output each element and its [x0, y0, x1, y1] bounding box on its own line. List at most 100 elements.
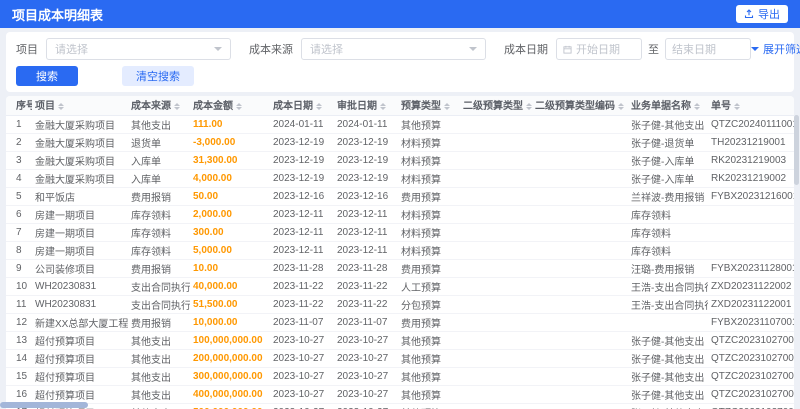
column-header[interactable]: 预算类型 [398, 96, 460, 116]
project-select[interactable]: 请选择 [46, 38, 231, 60]
vertical-scrollbar-thumb[interactable] [794, 115, 799, 185]
search-button[interactable]: 搜索 [16, 66, 78, 86]
table-cell: 2023-12-11 [270, 241, 334, 260]
table-cell: QTZC20231027005 [708, 385, 794, 404]
sort-icon[interactable] [444, 100, 450, 113]
cost-detail-table-card: 序号 项目 成本来源 成本金额 成本日期 审批日期 预算类型 二级预算类型 二级预算类型编码 业务… [6, 96, 794, 409]
column-label: 审批日期 [337, 101, 377, 113]
table-cell: 2024-01-11 [270, 115, 334, 134]
clear-search-button[interactable]: 清空搜索 [122, 66, 194, 86]
sort-icon[interactable] [734, 100, 740, 113]
table-cell: 王浩-支出合同执行 [628, 295, 708, 314]
export-button[interactable]: 导出 [736, 5, 788, 23]
table-row: 13 超付预算项目 其他支出 100,000,000.00 2023-10-27 2023… [6, 331, 794, 350]
column-header[interactable]: 二级预算类型 [460, 96, 532, 116]
sort-icon[interactable] [618, 100, 624, 113]
table-row: 9 公司装修项目 费用报销 10.00 2023-11-28 2023-11-28 费用预算… [6, 259, 794, 278]
table-cell: 2023-11-22 [334, 295, 398, 314]
column-header[interactable]: 成本来源 [128, 96, 190, 116]
table-cell: 400,000,000.00 [190, 385, 270, 404]
table-cell: 8 [6, 241, 32, 260]
table-cell: 库存领料 [128, 241, 190, 260]
calendar-icon [563, 45, 572, 54]
table-cell: 房建一期项目 [32, 241, 128, 260]
column-label: 成本金额 [193, 101, 233, 113]
table-cell: 张子健-其他支出 [628, 385, 708, 404]
export-icon [744, 9, 754, 19]
table-cell: 费用报销 [128, 313, 190, 332]
table-cell [460, 205, 532, 224]
table-cell: 金融大厦采购项目 [32, 169, 128, 188]
table-cell: 6 [6, 205, 32, 224]
table-cell [532, 403, 628, 409]
table-cell: 2023-10-27 [270, 403, 334, 409]
column-header[interactable]: 成本日期 [270, 96, 334, 116]
column-header[interactable]: 审批日期 [334, 96, 398, 116]
expand-filter-toggle[interactable]: 展开筛选 [751, 41, 800, 57]
cost-source-select-placeholder: 请选择 [310, 44, 343, 56]
table-cell: 9 [6, 259, 32, 278]
table-cell: 材料预算 [398, 133, 460, 152]
table-cell [532, 295, 628, 314]
table-cell [628, 313, 708, 332]
table-cell: 材料预算 [398, 241, 460, 260]
table-cell [708, 205, 794, 224]
end-date-input[interactable]: 结束日期 [665, 38, 751, 60]
table-cell: 其他支出 [128, 349, 190, 368]
table-cell [532, 277, 628, 296]
sort-icon[interactable] [380, 100, 386, 113]
table-cell: 10.00 [190, 259, 270, 278]
table-cell: 2023-12-16 [334, 187, 398, 206]
column-header[interactable]: 序号 [6, 96, 32, 116]
filter-actions: 搜索 清空搜索 [16, 66, 784, 86]
table-cell: 2023-10-27 [270, 367, 334, 386]
table-cell: 金融大厦采购项目 [32, 133, 128, 152]
table-cell: 超付预算项目 [32, 367, 128, 386]
table-cell [460, 403, 532, 409]
table-cell [460, 367, 532, 386]
table-cell: 2023-11-07 [270, 313, 334, 332]
column-label: 项目 [35, 101, 55, 113]
table-cell: QTZC20231027003 [708, 349, 794, 368]
table-cell: 其他预算 [398, 403, 460, 409]
table-cell: 2023-10-27 [334, 403, 398, 409]
table-cell: 2023-12-11 [334, 223, 398, 242]
table-cell: 111.00 [190, 115, 270, 134]
start-date-input[interactable]: 开始日期 [556, 38, 642, 60]
table-cell: 2023-10-27 [270, 349, 334, 368]
column-header[interactable]: 单号 [708, 96, 794, 116]
table-cell: 张子健-其他支出 [628, 367, 708, 386]
table-cell: 4,000.00 [190, 169, 270, 188]
table-cell: 2023-12-19 [334, 169, 398, 188]
table-cell: FYBX20231107001 [708, 313, 794, 332]
table-cell: 入库单 [128, 151, 190, 170]
column-header[interactable]: 项目 [32, 96, 128, 116]
cost-source-select[interactable]: 请选择 [301, 38, 486, 60]
column-header[interactable]: 业务单据名称 [628, 96, 708, 116]
filter-panel: 项目 请选择 成本来源 请选择 成本日期 开始日期 至 结束日期 展开筛 搜索 … [6, 32, 800, 92]
column-header[interactable]: 成本金额 [190, 96, 270, 116]
table-cell: 王浩-支出合同执行 [628, 277, 708, 296]
sort-icon[interactable] [58, 100, 64, 113]
table-cell: 支出合同执行 [128, 277, 190, 296]
table-cell: QTZC20240111001 [708, 115, 794, 134]
table-cell: 其他支出 [128, 385, 190, 404]
table-cell: 其他支出 [128, 367, 190, 386]
table-row: 7 房建一期项目 库存领料 300.00 2023-12-11 2023-12-11 材料预… [6, 223, 794, 242]
table-cell: 1 [6, 115, 32, 134]
column-header[interactable]: 二级预算类型编码 [532, 96, 628, 116]
table-cell: 300.00 [190, 223, 270, 242]
horizontal-scrollbar-thumb[interactable] [0, 402, 88, 408]
sort-icon[interactable] [236, 100, 242, 113]
table-body: 1 金融大厦采购项目 其他支出 111.00 2024-01-11 2024-01-11 其… [6, 115, 794, 409]
table-cell: 其他支出 [128, 403, 190, 409]
table-row: 15 超付预算项目 其他支出 300,000,000.00 2023-10-27 2023… [6, 367, 794, 386]
table-cell [532, 133, 628, 152]
sort-icon[interactable] [526, 100, 532, 113]
sort-icon[interactable] [694, 100, 700, 113]
table-cell: 库存领料 [128, 205, 190, 224]
table-cell: 10,000.00 [190, 313, 270, 332]
sort-icon[interactable] [174, 100, 180, 113]
table-cell: 超付预算项目 [32, 349, 128, 368]
sort-icon[interactable] [316, 100, 322, 113]
